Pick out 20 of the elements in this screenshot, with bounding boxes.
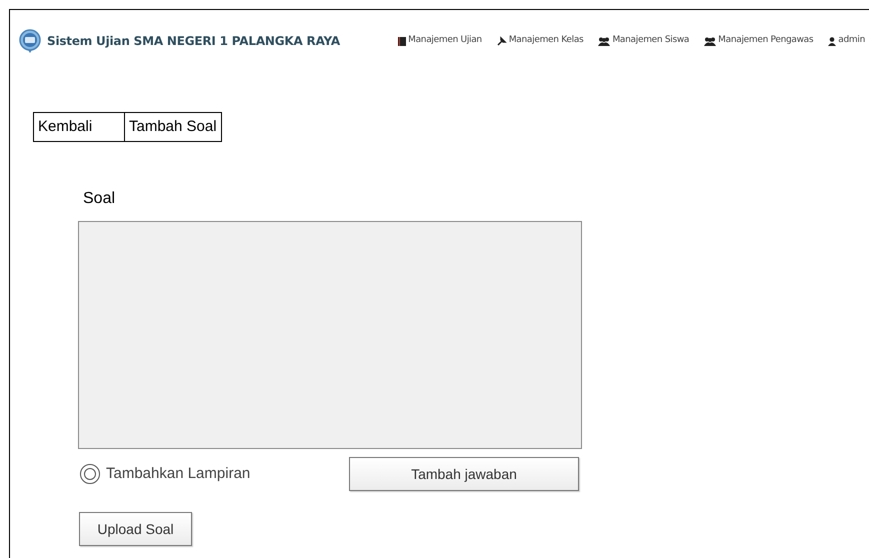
field-label: Soal [83, 189, 116, 209]
pushpin-icon [496, 36, 507, 46]
nav-link[interactable]: Manajemen Siswa [598, 34, 690, 48]
question-field[interactable] [78, 221, 582, 449]
tab[interactable]: Kembali [34, 113, 124, 141]
nav-link[interactable]: admin [828, 34, 865, 48]
book-icon [398, 36, 406, 46]
nav-link[interactable]: Manajemen Pengawas [704, 34, 814, 48]
users-icon [704, 36, 716, 46]
nav-link[interactable]: Manajemen Ujian [398, 34, 482, 48]
nav-link[interactable]: Manajemen Kelas [496, 34, 584, 48]
upload-button[interactable]: Upload Soal [79, 512, 192, 546]
add-answer-button[interactable]: Tambah jawaban [349, 457, 579, 491]
tab[interactable]: Tambah Soal [124, 113, 221, 141]
attachment-radio[interactable] [80, 464, 100, 484]
logo-icon [19, 29, 41, 53]
user-icon [828, 36, 836, 46]
attachment-label: Tambahkan Lampiran [106, 464, 252, 484]
app-title: Sistem Ujian SMA NEGERI 1 PALANGKA RAYA [47, 33, 340, 50]
users-icon [598, 36, 610, 46]
